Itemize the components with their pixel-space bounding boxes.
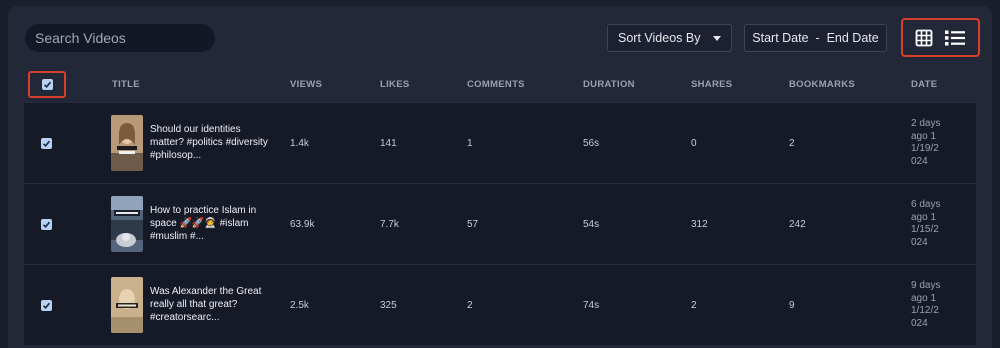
column-header-likes[interactable]: LIKES [380,79,409,90]
likes-value: 7.7k [380,219,399,230]
date-cell: 6 days ago 11/15/2024 [911,199,941,249]
search-bar [25,24,216,52]
shares-value: 2 [691,300,697,311]
video-title[interactable]: Should our identities matter? #politics … [150,123,272,162]
views-value: 2.5k [290,300,309,311]
select-all-highlight [28,71,66,98]
date-cell: 2 days ago 11/19/2024 [911,118,941,168]
video-thumbnail[interactable] [111,196,143,252]
shares-value: 312 [691,219,708,230]
date-range-button[interactable]: Start Date - End Date [744,24,887,52]
comments-value: 2 [467,300,473,311]
column-header-title[interactable]: TITLE [112,79,140,90]
duration-value: 74s [583,300,600,311]
sort-dropdown[interactable]: Sort Videos By [607,24,732,52]
row-checkbox[interactable] [41,300,52,311]
date-cell: 9 days ago 11/12/2024 [911,280,941,330]
column-header-comments[interactable]: COMMENTS [467,79,525,90]
date-relative: 2 days ago [911,118,941,142]
list-view-icon[interactable] [944,29,966,47]
table-row[interactable]: Should our identities matter? #politics … [24,102,976,183]
videos-table: TITLE VIEWS LIKES COMMENTS DURATION SHAR… [24,64,976,345]
search-input[interactable] [35,30,216,46]
duration-value: 56s [583,138,600,149]
comments-value: 1 [467,138,473,149]
column-header-views[interactable]: VIEWS [290,79,322,90]
table-row[interactable]: Was Alexander the Great really all that … [24,264,976,345]
date-relative: 6 days ago [911,199,941,223]
video-thumbnail[interactable] [111,277,143,333]
row-checkbox[interactable] [41,219,52,230]
view-toggle [901,18,980,57]
video-thumbnail[interactable] [111,115,143,171]
views-value: 63.9k [290,219,315,230]
column-header-date[interactable]: DATE [911,79,937,90]
table-header: TITLE VIEWS LIKES COMMENTS DURATION SHAR… [24,64,976,102]
duration-value: 54s [583,219,600,230]
date-relative: 9 days ago [911,280,941,304]
column-header-duration[interactable]: DURATION [583,79,635,90]
select-all-checkbox[interactable] [41,79,53,90]
bookmarks-value: 242 [789,219,806,230]
bookmarks-value: 2 [789,138,795,149]
date-range-label: Start Date - End Date [752,31,879,45]
videos-panel: Sort Videos By Start Date - End Date [8,6,992,348]
video-title[interactable]: Was Alexander the Great really all that … [150,285,272,324]
sort-label: Sort Videos By [618,31,701,45]
likes-value: 141 [380,138,397,149]
chevron-down-icon [713,35,721,41]
table-row[interactable]: How to practice Islam in space 🚀🚀🧑‍🚀 #is… [24,183,976,264]
views-value: 1.4k [290,138,309,149]
shares-value: 0 [691,138,697,149]
likes-value: 325 [380,300,397,311]
row-checkbox[interactable] [41,138,52,149]
column-header-shares[interactable]: SHARES [691,79,732,90]
comments-value: 57 [467,219,479,230]
grid-view-icon[interactable] [915,29,933,47]
column-header-bookmarks[interactable]: BOOKMARKS [789,79,855,90]
video-title[interactable]: How to practice Islam in space 🚀🚀🧑‍🚀 #is… [150,204,272,243]
bookmarks-value: 9 [789,300,795,311]
